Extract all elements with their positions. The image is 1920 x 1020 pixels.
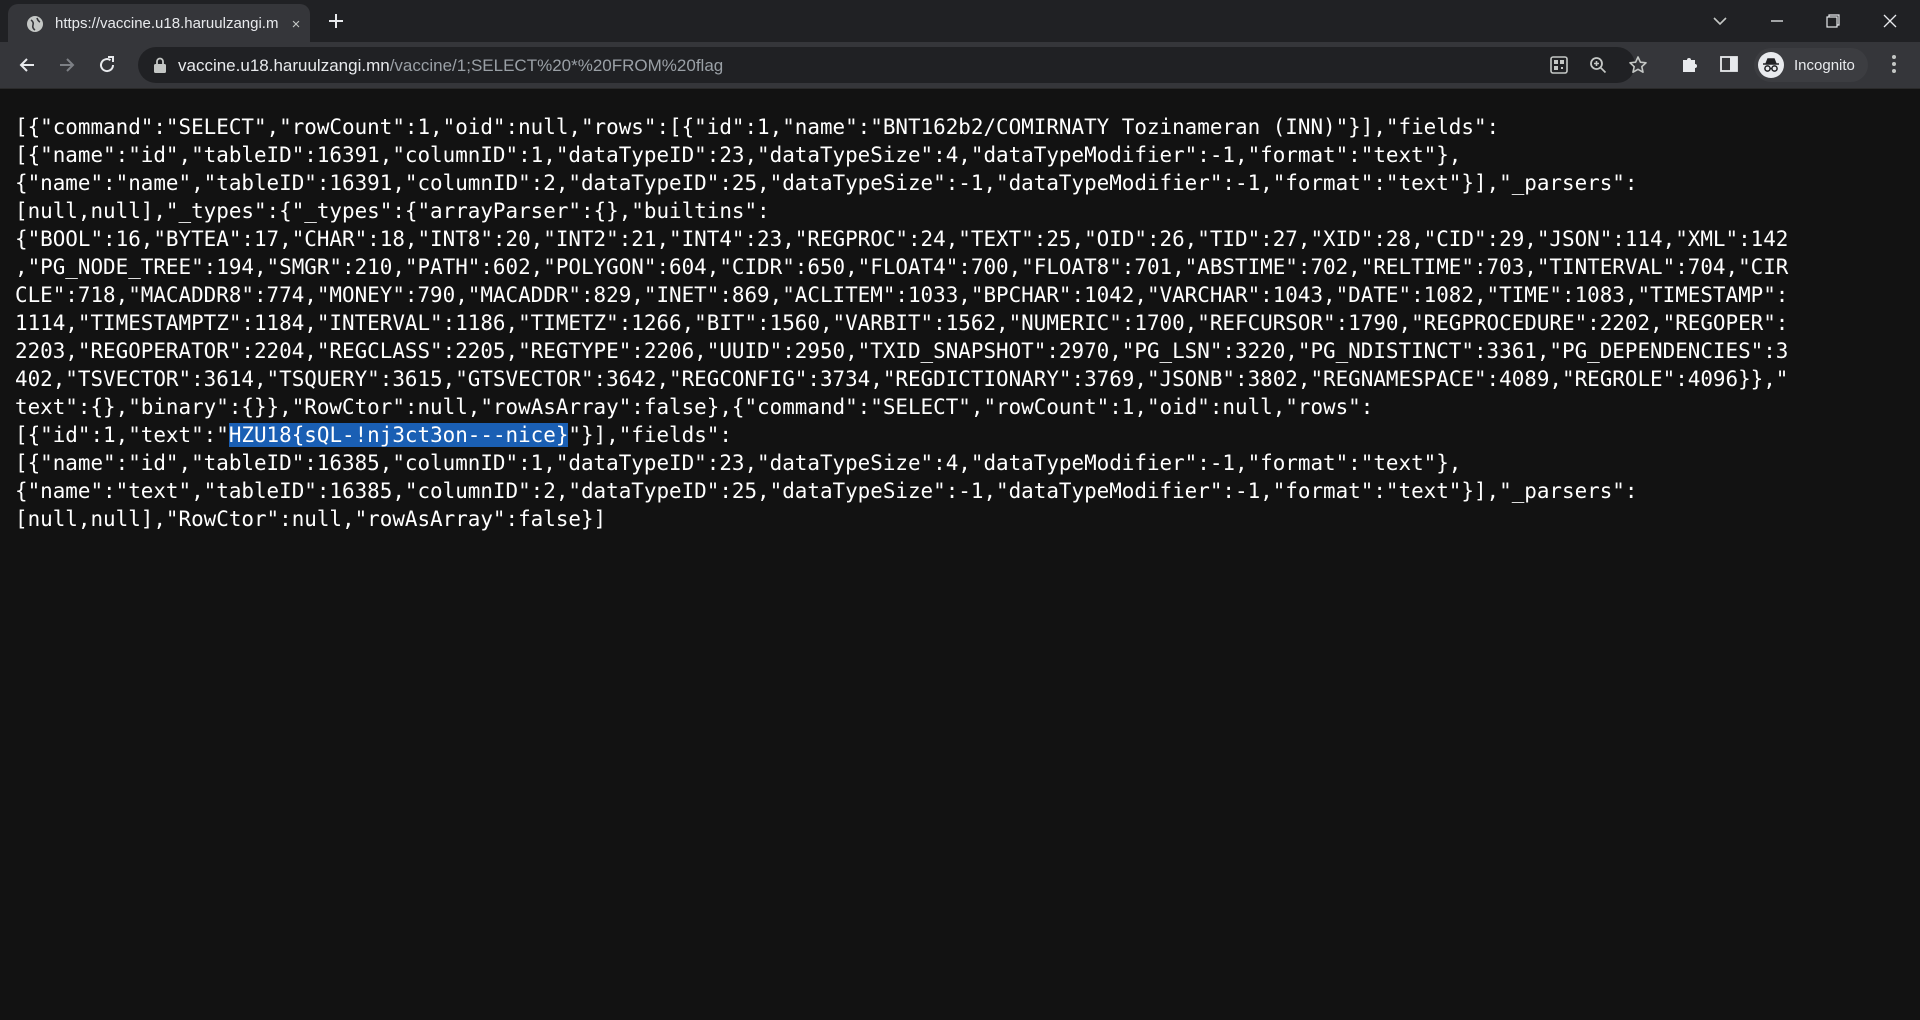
json-response: [{"command":"SELECT","rowCount":1,"oid":… bbox=[15, 113, 1907, 533]
json-line: 2203,"REGOPERATOR":2204,"REGCLASS":2205,… bbox=[15, 339, 1789, 363]
address-bar[interactable]: vaccine.u18.haruulzangi.mn/vaccine/1;SEL… bbox=[138, 47, 1647, 83]
json-line: text":{},"binary":{}},"RowCtor":null,"ro… bbox=[15, 395, 1374, 419]
star-icon[interactable] bbox=[1627, 54, 1649, 76]
incognito-profile-button[interactable]: Incognito bbox=[1754, 48, 1868, 82]
reload-button[interactable] bbox=[92, 50, 122, 80]
json-line: 1114,"TIMESTAMPTZ":1184,"INTERVAL":1186,… bbox=[15, 311, 1789, 335]
json-line: 402,"TSVECTOR":3614,"TSQUERY":3615,"GTSV… bbox=[15, 367, 1789, 391]
flag-line-prefix: [{"id":1,"text":" bbox=[15, 423, 229, 447]
json-line: [{"name":"id","tableID":16391,"columnID"… bbox=[15, 143, 1462, 167]
new-tab-button[interactable] bbox=[324, 9, 348, 33]
tab-active[interactable]: https://vaccine.u18.haruulzangi.mn/vacci… bbox=[8, 4, 310, 42]
tab-strip: https://vaccine.u18.haruulzangi.mn/vacci… bbox=[0, 0, 1920, 42]
json-line: {"name":"text","tableID":16385,"columnID… bbox=[15, 479, 1638, 503]
json-line: CLE":718,"MACADDR8":774,"MONEY":790,"MAC… bbox=[15, 283, 1789, 307]
json-line: [{"name":"id","tableID":16385,"columnID"… bbox=[15, 451, 1462, 475]
tab-search-button[interactable] bbox=[1705, 6, 1735, 36]
side-panel-icon[interactable] bbox=[1717, 52, 1741, 76]
globe-icon bbox=[26, 15, 44, 33]
restore-button[interactable] bbox=[1818, 6, 1848, 36]
reload-icon bbox=[100, 56, 115, 73]
incognito-icon bbox=[1758, 52, 1784, 78]
chevron-down-icon bbox=[1713, 17, 1727, 26]
browser-toolbar: vaccine.u18.haruulzangi.mn/vaccine/1;SEL… bbox=[0, 42, 1920, 89]
incognito-label: Incognito bbox=[1794, 56, 1855, 74]
json-line: ,"PG_NODE_TREE":194,"SMGR":210,"PATH":60… bbox=[15, 255, 1789, 279]
url-text[interactable]: vaccine.u18.haruulzangi.mn/vaccine/1;SEL… bbox=[178, 56, 723, 76]
flag-line-suffix: "}],"fields": bbox=[568, 423, 732, 447]
plus-icon bbox=[329, 14, 343, 28]
extensions-puzzle-icon[interactable] bbox=[1678, 52, 1702, 76]
page-content: [{"command":"SELECT","rowCount":1,"oid":… bbox=[0, 89, 1920, 1020]
url-host: vaccine.u18.haruulzangi.mn bbox=[178, 56, 390, 75]
json-line: {"BOOL":16,"BYTEA":17,"CHAR":18,"INT8":2… bbox=[15, 227, 1789, 251]
selected-flag-text[interactable]: HZU18{sQL-!nj3ct3on---nice} bbox=[228, 423, 569, 447]
json-line: [null,null],"RowCtor":null,"rowAsArray":… bbox=[15, 507, 607, 531]
url-path: /vaccine/1;SELECT%20*%20FROM%20flag bbox=[389, 56, 724, 75]
json-line: {"name":"name","tableID":16391,"columnID… bbox=[15, 171, 1638, 195]
tab-title: https://vaccine.u18.haruulzangi.mn/vacci… bbox=[55, 15, 279, 32]
minimize-button[interactable] bbox=[1762, 6, 1792, 36]
forward-arrow-icon bbox=[60, 58, 75, 72]
lock-icon[interactable] bbox=[152, 57, 168, 73]
json-line: [null,null],"_types":{"_types":{"arrayPa… bbox=[15, 199, 770, 223]
forward-button[interactable] bbox=[52, 50, 82, 80]
close-window-button[interactable] bbox=[1875, 6, 1905, 36]
close-icon[interactable]: × bbox=[286, 14, 306, 34]
back-arrow-icon bbox=[19, 58, 34, 72]
back-button[interactable] bbox=[12, 50, 42, 80]
zoom-icon[interactable] bbox=[1587, 54, 1609, 76]
minimize-icon bbox=[1771, 20, 1783, 22]
close-window-icon bbox=[1883, 14, 1897, 28]
qr-code-icon[interactable] bbox=[1548, 54, 1570, 76]
more-menu-icon[interactable] bbox=[1882, 52, 1906, 76]
restore-icon bbox=[1826, 14, 1840, 28]
json-line: [{"command":"SELECT","rowCount":1,"oid":… bbox=[15, 115, 1500, 139]
